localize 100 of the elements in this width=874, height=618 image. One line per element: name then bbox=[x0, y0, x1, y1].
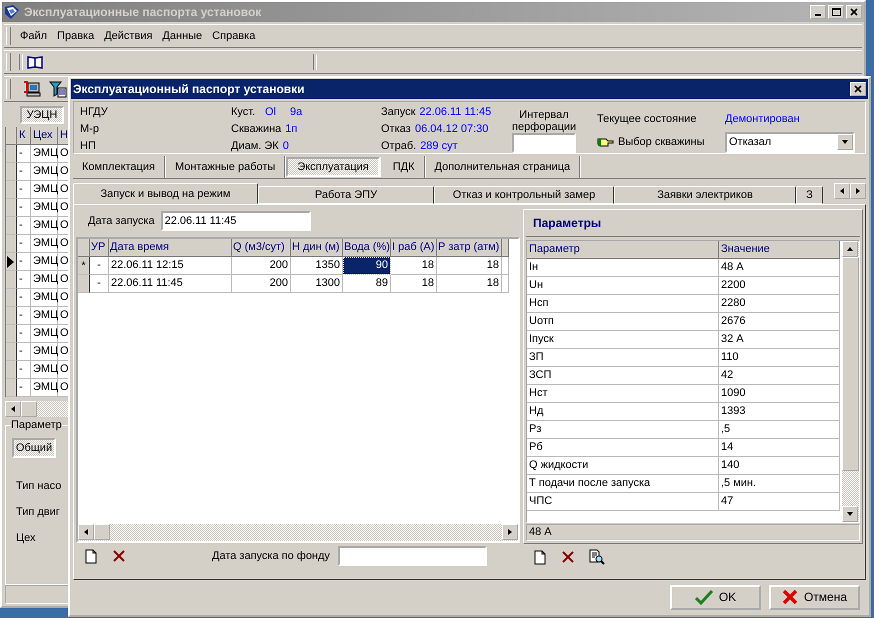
dropdown-button[interactable] bbox=[837, 134, 853, 150]
state-label: Текущее состояние bbox=[597, 112, 698, 124]
scroll-thumb[interactable] bbox=[94, 524, 110, 540]
info-value: 289 сут bbox=[420, 140, 458, 152]
table-cell[interactable]: 200 bbox=[232, 275, 291, 293]
row-selector[interactable] bbox=[6, 307, 17, 326]
tab[interactable]: Отказ и контрольный замер bbox=[434, 186, 614, 204]
scroll-right-button[interactable] bbox=[850, 183, 866, 199]
row-selector[interactable] bbox=[6, 325, 17, 344]
menu-item[interactable]: Данные bbox=[157, 28, 208, 44]
scrollbar[interactable] bbox=[78, 524, 518, 541]
book-icon[interactable] bbox=[27, 55, 43, 69]
scrollbar[interactable] bbox=[842, 240, 859, 522]
new-document-icon[interactable] bbox=[533, 550, 547, 564]
column-header[interactable]: Вода (%) bbox=[343, 239, 391, 257]
column-header[interactable]: Н дин (м) bbox=[291, 239, 343, 257]
close-button[interactable] bbox=[850, 82, 866, 96]
mode-button[interactable]: УЭЦН bbox=[20, 106, 64, 124]
filter-icon[interactable] bbox=[49, 80, 67, 98]
menu-item[interactable]: Правка bbox=[52, 28, 100, 44]
column-header[interactable]: Параметр bbox=[527, 240, 719, 258]
row-selector[interactable] bbox=[6, 289, 17, 308]
scroll-up-button[interactable] bbox=[842, 240, 858, 256]
table-cell: ЭМЦ bbox=[31, 253, 58, 272]
scroll-thumb[interactable] bbox=[842, 256, 859, 470]
menu-item[interactable]: Файл bbox=[15, 28, 52, 44]
row-selector[interactable]: * bbox=[78, 257, 90, 275]
scroll-right-button[interactable] bbox=[502, 524, 518, 540]
scroll-left-button[interactable] bbox=[834, 183, 850, 199]
ok-button[interactable]: OK bbox=[670, 584, 761, 610]
date-field[interactable]: 22.06.11 11:45 bbox=[160, 211, 311, 231]
row-selector[interactable] bbox=[6, 199, 17, 218]
close-icon bbox=[850, 8, 858, 16]
menu-item[interactable]: Действия bbox=[99, 28, 158, 44]
fund-date-field[interactable] bbox=[338, 546, 487, 566]
scroll-down-button[interactable] bbox=[842, 506, 858, 522]
table-cell[interactable]: 90 bbox=[343, 257, 391, 275]
table-cell: ЭМЦ bbox=[31, 307, 58, 326]
tab[interactable]: Запуск и вывод на режим bbox=[73, 183, 258, 204]
new-document-icon[interactable] bbox=[84, 548, 98, 564]
row-selector[interactable] bbox=[6, 217, 17, 236]
table-cell[interactable]: - bbox=[90, 275, 109, 293]
well-select-button[interactable]: Выбор скважины bbox=[597, 136, 725, 148]
tab[interactable]: З bbox=[796, 186, 823, 204]
perforation-field[interactable] bbox=[512, 133, 576, 153]
status-dropdown[interactable]: Отказал bbox=[725, 132, 855, 152]
computer-icon[interactable] bbox=[23, 80, 41, 98]
column-header[interactable]: Р затр (атм) bbox=[437, 239, 502, 257]
row-selector[interactable] bbox=[6, 361, 17, 380]
table-cell[interactable]: 200 bbox=[232, 257, 291, 275]
table-cell[interactable]: 18 bbox=[391, 257, 437, 275]
cancel-button[interactable]: Отмена bbox=[769, 584, 860, 610]
scroll-left-button[interactable] bbox=[5, 401, 21, 418]
table-cell[interactable]: 22.06.11 12:15 bbox=[109, 257, 232, 275]
column-header[interactable]: УР bbox=[90, 239, 109, 257]
column-header[interactable]: Дата время bbox=[109, 239, 232, 257]
column-header[interactable]: Цех bbox=[31, 127, 58, 146]
column-header[interactable]: Q (м3/сут) bbox=[232, 239, 291, 257]
column-header[interactable]: Значение bbox=[719, 240, 840, 258]
checkmark-icon bbox=[694, 589, 713, 605]
delete-icon[interactable] bbox=[112, 549, 126, 563]
scrollbar[interactable] bbox=[5, 401, 69, 418]
row-selector[interactable] bbox=[6, 181, 17, 200]
row-selector[interactable] bbox=[6, 343, 17, 362]
header-corner bbox=[78, 239, 90, 257]
row-selector[interactable] bbox=[6, 379, 17, 398]
table-cell[interactable]: 18 bbox=[437, 257, 502, 275]
column-header[interactable]: К bbox=[17, 127, 31, 146]
row-selector[interactable] bbox=[6, 235, 17, 254]
row-selector[interactable] bbox=[6, 253, 17, 272]
document-magnifier-icon[interactable] bbox=[589, 549, 605, 565]
tab[interactable]: Заявки электриков bbox=[614, 186, 796, 204]
delete-icon[interactable] bbox=[561, 550, 575, 564]
table-cell[interactable]: 22.06.11 11:45 bbox=[109, 275, 232, 293]
close-icon bbox=[854, 85, 862, 93]
tab[interactable]: Общий bbox=[12, 438, 56, 458]
menu-item[interactable]: Справка bbox=[207, 28, 260, 44]
tab[interactable]: Комплектация bbox=[73, 156, 165, 178]
table-cell[interactable]: 18 bbox=[437, 275, 502, 293]
row-selector[interactable] bbox=[6, 163, 17, 182]
scroll-thumb[interactable] bbox=[21, 401, 37, 418]
table-cell: 32 А bbox=[719, 330, 840, 348]
table-cell: ЭМЦ bbox=[31, 325, 58, 344]
row-selector[interactable] bbox=[78, 275, 90, 293]
tab[interactable]: Эксплуатация bbox=[286, 157, 380, 177]
table-cell[interactable]: - bbox=[90, 257, 109, 275]
scroll-left-button[interactable] bbox=[78, 524, 94, 540]
tab[interactable]: Монтажные работы bbox=[166, 156, 286, 178]
tab[interactable]: Работа ЭПУ bbox=[258, 186, 434, 204]
row-selector[interactable] bbox=[6, 145, 17, 164]
column-header[interactable]: Н bbox=[58, 127, 69, 146]
row-selector[interactable] bbox=[6, 271, 17, 290]
app-icon bbox=[4, 4, 20, 20]
column-header[interactable]: I раб (А) bbox=[391, 239, 437, 257]
table-cell[interactable]: 1300 bbox=[291, 275, 343, 293]
tab[interactable]: Дополнительная страница bbox=[426, 156, 580, 178]
tab[interactable]: ПДК bbox=[384, 156, 425, 178]
column-header[interactable] bbox=[502, 239, 509, 257]
table-cell[interactable]: 18 bbox=[391, 275, 437, 293]
table-cell[interactable]: 89 bbox=[343, 275, 391, 293]
